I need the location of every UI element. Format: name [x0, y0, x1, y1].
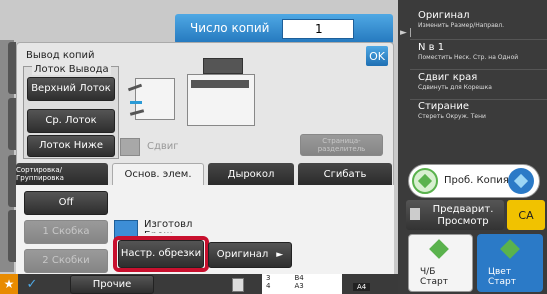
tray-upper-button[interactable]: Верхний Лоток [27, 77, 115, 101]
paper-info: 3 B4 4 A3 [262, 274, 342, 294]
paper-size-b4: B4 [294, 274, 304, 282]
check-button[interactable]: ✓ [22, 274, 42, 294]
n-in-1-title: N в 1 [418, 42, 445, 53]
arrow-right-icon: ► [276, 249, 284, 260]
side-tab-3[interactable] [8, 155, 16, 207]
proof-green-icon [412, 168, 438, 194]
tray-middle-button[interactable]: Ср. Лоток [27, 109, 115, 133]
margin-shift-setting[interactable]: Сдвиг края Сдвинуть для Корешка [410, 72, 547, 100]
booklet-label: Изготовл Брош. [144, 219, 193, 233]
original-label: Оригинал [216, 249, 269, 261]
preview-icon [410, 208, 420, 220]
erase-title: Стирание [418, 101, 469, 112]
tray-lower-button[interactable]: Лоток Ниже [27, 135, 115, 157]
checkmark-icon: ✓ [26, 276, 38, 292]
staple2-button[interactable]: 2 Скобки [24, 249, 108, 273]
erase-sub: Стереть Окруж. Тени [418, 113, 486, 120]
tray-number-4: 4 [266, 282, 271, 290]
separator-button[interactable]: Страница-разделитель [300, 134, 383, 156]
tab-punch[interactable]: Дырокол [208, 163, 294, 185]
original-setting-title: Оригинал [418, 10, 470, 21]
tray-number-3: 3 [266, 274, 271, 282]
n-in-1-setting[interactable]: N в 1 Поместить Неск. Стр. на Одной [410, 42, 547, 70]
proof-copy-label: Проб. Копия [444, 175, 509, 186]
original-setting-sub: Изменить Размер/Направл. [418, 22, 505, 29]
erase-setting[interactable]: Стирание Стереть Окруж. Тени [410, 101, 547, 129]
shift-checkbox[interactable] [120, 138, 140, 156]
side-tab-2[interactable] [8, 98, 16, 150]
margin-shift-sub: Сдвинуть для Корешка [418, 84, 492, 91]
machine-illustration [125, 56, 380, 136]
side-tab-4[interactable] [8, 210, 16, 262]
original-setting[interactable]: Оригинал Изменить Размер/Направл. [410, 10, 547, 40]
trim-settings-button[interactable]: Настр. обрезки [118, 240, 204, 268]
clear-all-button[interactable]: CA [507, 200, 545, 230]
staple1-button[interactable]: 1 Скобка [24, 220, 108, 244]
original-button[interactable]: Оригинал ► [208, 242, 292, 268]
copies-input[interactable]: 1 [282, 19, 354, 39]
tab-fold[interactable]: Сгибать [298, 163, 392, 185]
other-button[interactable]: Прочие [70, 275, 154, 294]
star-icon: ★ [3, 277, 15, 291]
bw-start-label: Ч/Б Старт [420, 267, 448, 287]
color-start-label: Цвет Старт [488, 267, 516, 287]
paper-size-a4: A4 [353, 283, 371, 291]
favorite-button[interactable]: ★ [0, 274, 18, 294]
n-in-1-sub: Поместить Неск. Стр. на Одной [418, 54, 519, 61]
paper-size-a3: A3 [294, 282, 304, 290]
tab-basic[interactable]: Основ. элем. [112, 163, 204, 185]
copies-label: Число копий [190, 21, 270, 35]
shift-label: Сдвиг [147, 141, 179, 152]
off-button[interactable]: Off [24, 191, 108, 215]
side-tab-1[interactable] [8, 42, 16, 94]
preview-label: Предварит. Просмотр [432, 204, 494, 227]
document-icon [232, 278, 244, 292]
output-title: Вывод копий [26, 50, 95, 61]
margin-shift-title: Сдвиг края [418, 72, 478, 83]
tab-sort-group[interactable]: Сортировка/Группировка [16, 163, 108, 185]
tray-title: Лоток Вывода [32, 64, 111, 75]
proof-blue-icon [508, 168, 534, 194]
